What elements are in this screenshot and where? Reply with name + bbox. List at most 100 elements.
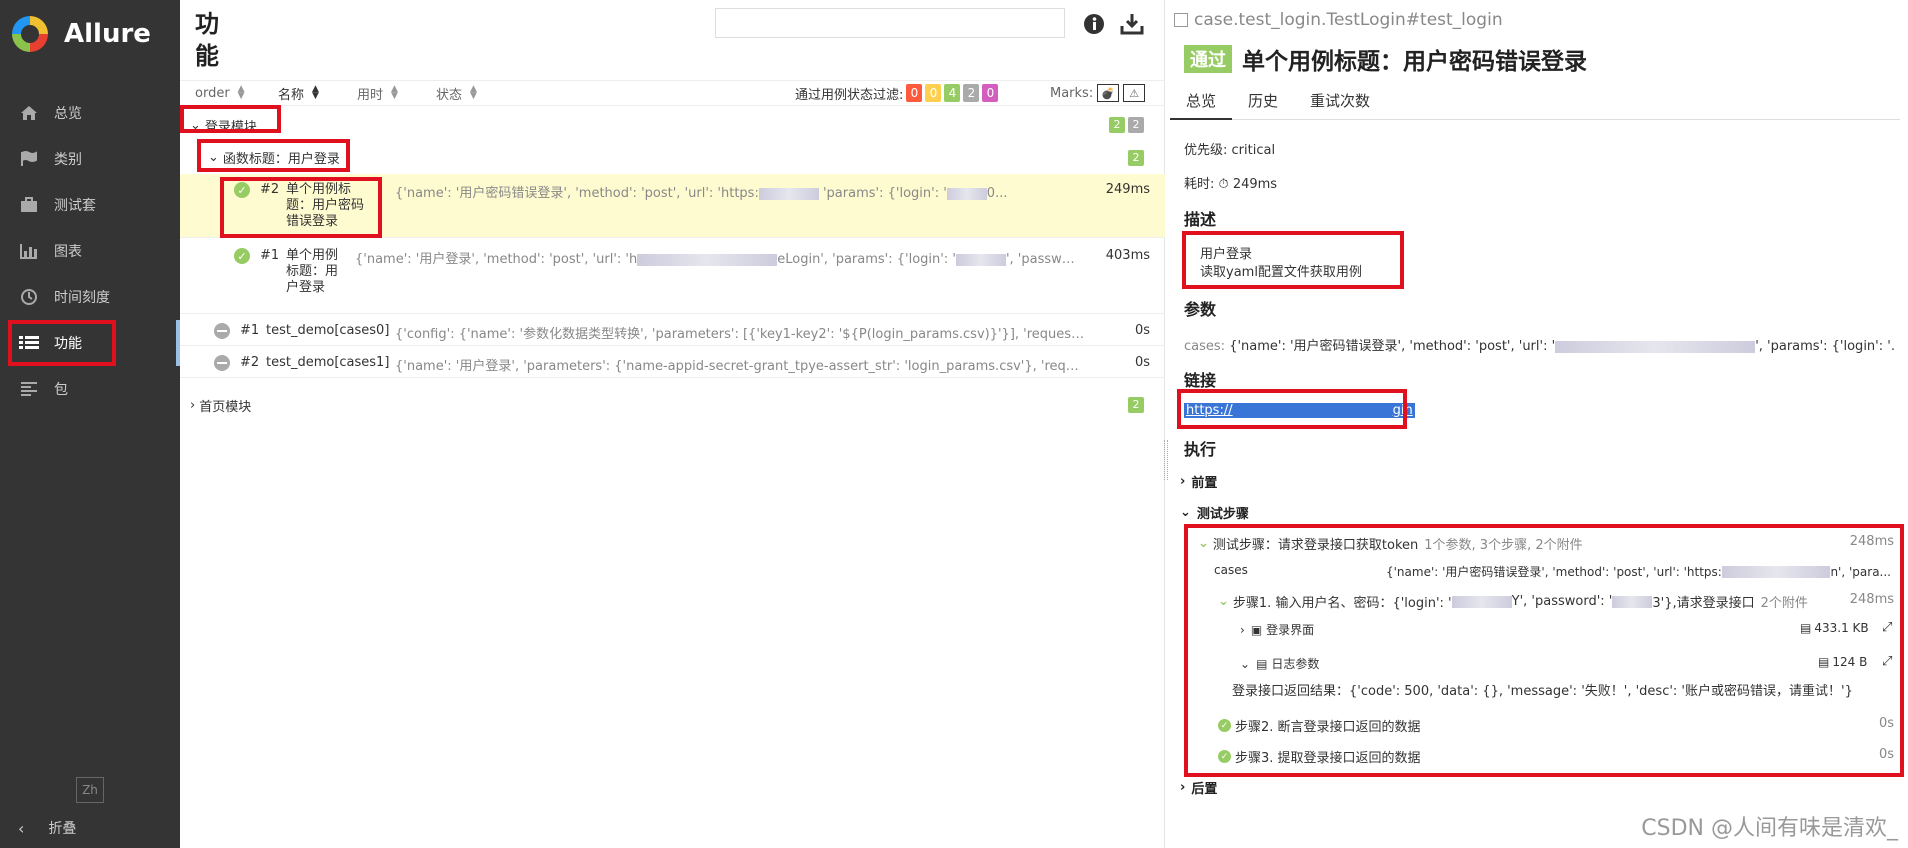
sort-status[interactable]: 状态 ▲ ▼	[436, 84, 477, 103]
tab-overview[interactable]: 总览	[1170, 88, 1233, 120]
attachment-log-params[interactable]: ⌄ ▤ 日志参数	[1240, 655, 1319, 672]
param-key: cases:	[1184, 339, 1226, 354]
step-1[interactable]: ⌄ 步骤1. 输入用户名、密码：{'login': ' Y', 'password…	[1218, 592, 1808, 611]
info-icon[interactable]	[1082, 12, 1108, 38]
parameter-row: cases: {'name': '用户密码错误登录', 'method': 'p…	[1184, 335, 1894, 354]
count-passed: 2	[1128, 397, 1144, 413]
chevron-down-icon: ⌄	[1198, 536, 1209, 551]
bar-chart-icon	[18, 240, 40, 262]
test-steps-toggle[interactable]: ⌄ 测试步骤	[1180, 503, 1249, 522]
pane-splitter[interactable]	[1164, 440, 1168, 480]
sidebar-item-suites[interactable]: 测试套	[0, 182, 180, 228]
align-left-icon	[18, 378, 40, 400]
attachment-login-page[interactable]: › ▣ 登录界面	[1240, 621, 1314, 638]
annotation-highlight	[1182, 231, 1404, 289]
redacted-mask	[637, 253, 778, 266]
page-title: 功能	[195, 10, 219, 70]
table-row[interactable]: #2 test_demo[cases1] {'name': '用户登录', 'p…	[180, 348, 1165, 378]
collapse-button[interactable]: ‹ 折叠	[18, 818, 76, 838]
setup-toggle[interactable]: › 前置	[1180, 472, 1217, 491]
sidebar-item-packages[interactable]: 包	[0, 366, 180, 412]
fullscreen-icon[interactable]: ⤢	[1882, 620, 1892, 635]
test-steps-label: 测试步骤	[1196, 507, 1249, 522]
chevron-down-icon: ⌄	[1218, 594, 1229, 609]
sort-duration[interactable]: 用时 ▲ ▼	[357, 84, 398, 103]
chevron-down-icon: ⌄	[1240, 656, 1251, 671]
download-icon[interactable]	[1120, 12, 1146, 38]
filter-unknown[interactable]: 0	[982, 84, 999, 102]
test-detail-panel: case.test_login.TestLogin#test_login 通过 …	[1170, 0, 1908, 848]
sort-order[interactable]: order ▲ ▼	[195, 84, 245, 101]
warning-mark-icon[interactable]: ⚠	[1123, 84, 1146, 102]
filter-skipped[interactable]: 2	[963, 84, 980, 102]
priority: 优先级: critical	[1184, 143, 1276, 158]
sort-name[interactable]: 名称 ▲ ▼	[278, 84, 319, 103]
group-home-module[interactable]: › 首页模块	[190, 396, 251, 415]
tab-retries[interactable]: 重试次数	[1294, 88, 1386, 120]
sidebar: Allure 总览 类别 测试套 图表 时间刻度 功能 包 Zh ‹ 折叠	[0, 0, 180, 848]
search-input[interactable]	[715, 8, 1065, 38]
sidebar-item-behaviors[interactable]: 功能	[0, 320, 180, 366]
detail-tabs: 总览 历史 重试次数	[1170, 88, 1900, 120]
description-heading: 描述	[1184, 210, 1217, 229]
flaky-mark-icon[interactable]: 💣	[1097, 84, 1120, 102]
sort-label: 状态	[436, 87, 463, 103]
count-skipped: 2	[1128, 117, 1144, 133]
attachment-size: ▤ 433.1 KB	[1800, 621, 1869, 635]
sort-label: 名称	[278, 87, 305, 103]
annotation-highlight	[1184, 524, 1904, 777]
filter-failed[interactable]: 0	[906, 84, 923, 102]
text-attachment-icon: ▤	[1256, 656, 1268, 671]
teardown-label: 后置	[1191, 782, 1218, 797]
test-name: test_demo[cases1]	[266, 355, 390, 370]
filter-passed[interactable]: 4	[944, 84, 961, 102]
fullscreen-icon[interactable]: ⤢	[1882, 654, 1892, 669]
param-value: n', 'para...	[1830, 564, 1891, 579]
sidebar-item-categories[interactable]: 类别	[0, 136, 180, 182]
step-2[interactable]: ✓ 步骤2. 断言登录接口返回的数据	[1218, 716, 1421, 735]
attachment-name: 登录界面	[1266, 623, 1315, 637]
sidebar-item-overview[interactable]: 总览	[0, 90, 180, 136]
filter-broken[interactable]: 0	[925, 84, 942, 102]
chevron-right-icon: ›	[190, 398, 196, 413]
collapse-label: 折叠	[48, 821, 77, 837]
logo[interactable]: Allure	[0, 0, 180, 68]
redacted-mask	[946, 187, 987, 200]
clock-icon: ⏱	[1218, 177, 1229, 192]
copy-icon[interactable]	[1174, 13, 1188, 27]
language-switch[interactable]: Zh	[76, 777, 104, 803]
redacted-mask	[1451, 595, 1512, 608]
sort-label: order	[195, 85, 230, 101]
test-number: #1	[240, 323, 260, 338]
test-duration: 0s	[1134, 323, 1150, 338]
filter-label: 通过用例状态过滤:	[795, 87, 904, 103]
test-duration: 0s	[1134, 355, 1150, 370]
setup-label: 前置	[1191, 476, 1218, 491]
tab-history[interactable]: 历史	[1232, 88, 1294, 120]
group-counts: 2 2	[1106, 117, 1144, 133]
step-3[interactable]: ✓ 步骤3. 提取登录接口返回的数据	[1218, 747, 1421, 766]
clock-icon	[18, 286, 40, 308]
test-duration: 249ms	[1105, 182, 1150, 197]
chevron-right-icon: ›	[1180, 780, 1186, 795]
sidebar-item-timeline[interactable]: 时间刻度	[0, 274, 180, 320]
page-title: 单个用例标题：用户密码错误登录	[1242, 49, 1587, 75]
sidebar-item-label: 测试套	[54, 198, 96, 214]
param-value: ', 'params': {'login': '...	[1755, 339, 1894, 354]
step-title: 步骤3. 提取登录接口返回的数据	[1235, 751, 1421, 766]
table-row[interactable]: ✓ #1 单个用例标题：用户登录 {'name': '用户登录', 'metho…	[180, 240, 1165, 314]
table-row[interactable]: #1 test_demo[cases0] {'config': {'name':…	[180, 316, 1165, 346]
size-value: 124 B	[1832, 655, 1868, 669]
status-filter: 通过用例状态过滤: 0 0 4 2 0	[795, 84, 999, 103]
allure-logo-icon	[12, 16, 48, 52]
marks-label: Marks:	[1050, 85, 1094, 101]
passed-status-icon: ✓	[234, 248, 250, 264]
teardown-toggle[interactable]: › 后置	[1180, 778, 1217, 797]
group-counts: 2	[1125, 150, 1144, 166]
step-main[interactable]: ⌄ 测试步骤：请求登录接口获取token 1个参数, 3个步骤, 2个附件	[1198, 534, 1583, 553]
sidebar-item-graphs[interactable]: 图表	[0, 228, 180, 274]
step-duration: 248ms	[1849, 534, 1894, 549]
param-value: {'name': '用户密码错误登录', 'method': 'post', '…	[1386, 565, 1722, 579]
sort-arrows-icon: ▲ ▼	[237, 84, 245, 101]
group-counts: 2	[1125, 397, 1144, 413]
